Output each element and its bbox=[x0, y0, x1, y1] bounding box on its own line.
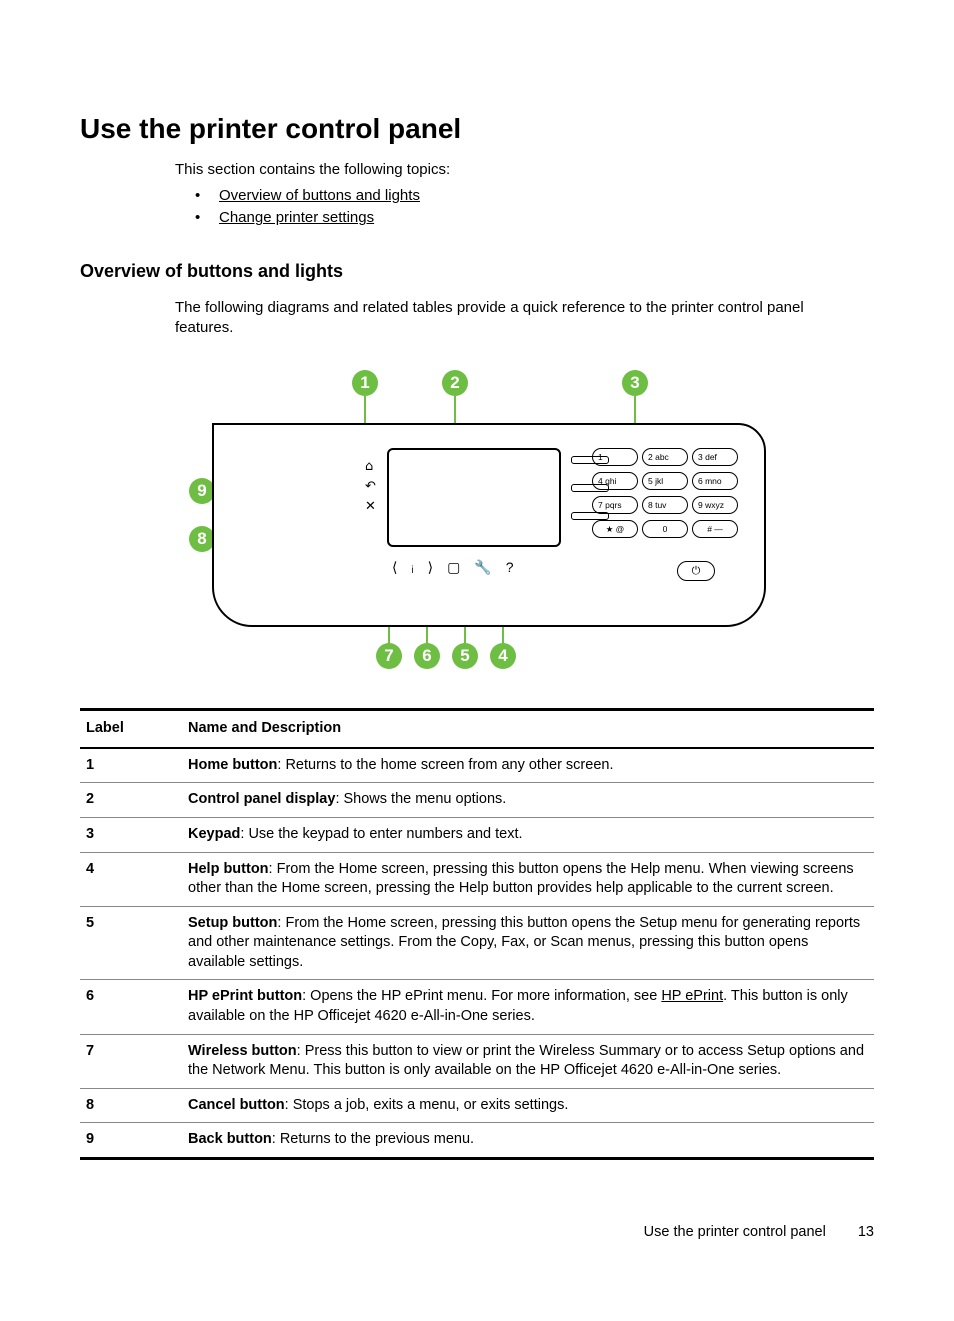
callout-1: 1 bbox=[352, 370, 378, 396]
link-overview[interactable]: Overview of buttons and lights bbox=[219, 187, 420, 204]
row-label: 8 bbox=[80, 1088, 182, 1123]
eprint-icon: ▢ bbox=[447, 559, 474, 575]
keypad-key-9: 9 wxyz bbox=[692, 496, 738, 514]
keypad-key-★: ★ @ bbox=[592, 520, 638, 538]
setup-icon: 🔧 bbox=[474, 559, 505, 575]
keypad-key-6: 6 mno bbox=[692, 472, 738, 490]
keypad-key-2: 2 abc bbox=[642, 448, 688, 466]
page-number: 13 bbox=[858, 1224, 874, 1240]
callout-7: 7 bbox=[376, 643, 402, 669]
page-title: Use the printer control panel bbox=[80, 110, 874, 148]
table-row: 6HP ePrint button: Opens the HP ePrint m… bbox=[80, 980, 874, 1034]
keypad-key-#: # — bbox=[692, 520, 738, 538]
keypad: 12 abc3 def 4 ghi5 jkl6 mno 7 pqrs8 tuv9 w… bbox=[592, 448, 742, 538]
row-desc: Home button: Returns to the home screen … bbox=[182, 748, 874, 783]
row-desc: Keypad: Use the keypad to enter numbers … bbox=[182, 818, 874, 853]
subheading: Overview of buttons and lights bbox=[80, 259, 874, 283]
link-hp-eprint[interactable]: HP ePrint bbox=[661, 988, 723, 1004]
keypad-key-1: 1 bbox=[592, 448, 638, 466]
row-label: 1 bbox=[80, 748, 182, 783]
control-panel-diagram: 1 2 3 4 5 6 7 8 9 ⌂ ↶ ✕ ⟨ᵢ⟩▢🔧? 12 abc3 d… bbox=[187, 368, 767, 678]
row-desc: Control panel display: Shows the menu op… bbox=[182, 783, 874, 818]
table-row: 4Help button: From the Home screen, pres… bbox=[80, 852, 874, 906]
row-label: 5 bbox=[80, 906, 182, 980]
keypad-key-7: 7 pqrs bbox=[592, 496, 638, 514]
nav-buttons: ⌂ ↶ ✕ bbox=[365, 458, 376, 518]
help-icon: ? bbox=[506, 559, 528, 575]
row-desc: Cancel button: Stops a job, exits a menu… bbox=[182, 1088, 874, 1123]
keypad-key-3: 3 def bbox=[692, 448, 738, 466]
row-label: 6 bbox=[80, 980, 182, 1034]
table-row: 8Cancel button: Stops a job, exits a men… bbox=[80, 1088, 874, 1123]
callout-6: 6 bbox=[414, 643, 440, 669]
row-desc: Wireless button: Press this button to vi… bbox=[182, 1034, 874, 1088]
callout-4: 4 bbox=[490, 643, 516, 669]
bottom-icon-row: ⟨ᵢ⟩▢🔧? bbox=[392, 558, 528, 577]
keypad-key-0: 0 bbox=[642, 520, 688, 538]
row-label: 9 bbox=[80, 1123, 182, 1159]
table-row: 2Control panel display: Shows the menu o… bbox=[80, 783, 874, 818]
row-label: 3 bbox=[80, 818, 182, 853]
row-label: 7 bbox=[80, 1034, 182, 1088]
table-row: 5Setup button: From the Home screen, pre… bbox=[80, 906, 874, 980]
table-row: 7Wireless button: Press this button to v… bbox=[80, 1034, 874, 1088]
row-desc: Back button: Returns to the previous men… bbox=[182, 1123, 874, 1159]
home-icon: ⌂ bbox=[365, 458, 376, 478]
table-row: 9Back button: Returns to the previous me… bbox=[80, 1123, 874, 1159]
footer-title: Use the printer control panel bbox=[644, 1224, 826, 1240]
row-label: 4 bbox=[80, 852, 182, 906]
row-label: 2 bbox=[80, 783, 182, 818]
cancel-icon: ✕ bbox=[365, 498, 376, 518]
wireless-icon: ⟨ᵢ⟩ bbox=[392, 559, 447, 575]
intro-text: This section contains the following topi… bbox=[175, 160, 874, 180]
row-desc: HP ePrint button: Opens the HP ePrint me… bbox=[182, 980, 874, 1034]
page-footer: Use the printer control panel 13 bbox=[644, 1223, 874, 1243]
features-table: Label Name and Description 1Home button:… bbox=[80, 708, 874, 1159]
power-button: ⏻ bbox=[677, 561, 715, 581]
keypad-key-4: 4 ghi bbox=[592, 472, 638, 490]
table-row: 1Home button: Returns to the home screen… bbox=[80, 748, 874, 783]
subsection-intro: The following diagrams and related table… bbox=[175, 298, 854, 339]
row-desc: Setup button: From the Home screen, pres… bbox=[182, 906, 874, 980]
panel-display bbox=[387, 448, 561, 547]
table-row: 3Keypad: Use the keypad to enter numbers… bbox=[80, 818, 874, 853]
topic-links: Overview of buttons and lights Change pr… bbox=[195, 186, 874, 229]
link-change-settings[interactable]: Change printer settings bbox=[219, 209, 374, 226]
th-label: Label bbox=[80, 710, 182, 748]
th-desc: Name and Description bbox=[182, 710, 874, 748]
keypad-key-8: 8 tuv bbox=[642, 496, 688, 514]
back-icon: ↶ bbox=[365, 478, 376, 498]
row-desc: Help button: From the Home screen, press… bbox=[182, 852, 874, 906]
callout-5: 5 bbox=[452, 643, 478, 669]
callout-3: 3 bbox=[622, 370, 648, 396]
keypad-key-5: 5 jkl bbox=[642, 472, 688, 490]
callout-2: 2 bbox=[442, 370, 468, 396]
